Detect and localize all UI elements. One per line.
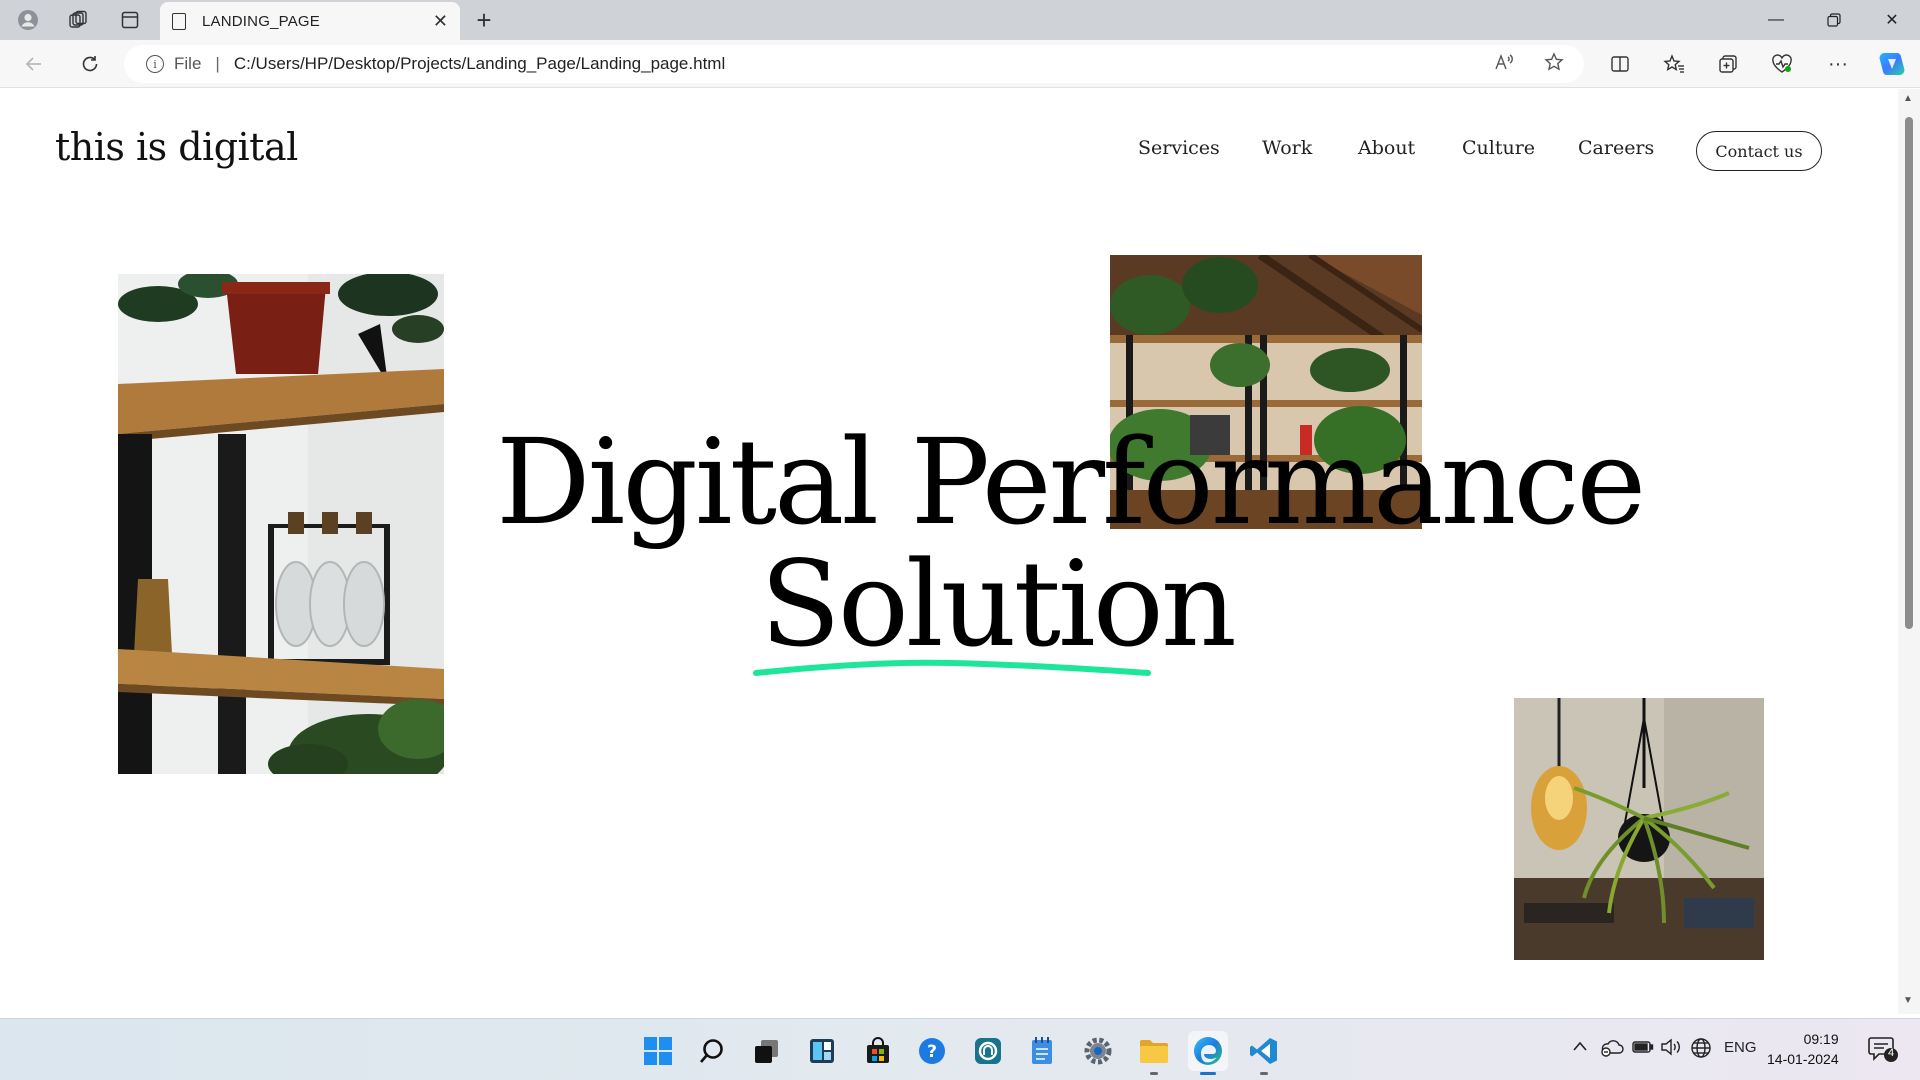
nav-work[interactable]: Work — [1262, 137, 1312, 159]
page-viewport: this is digital Services Work About Cult… — [4, 89, 1897, 1014]
new-tab-button[interactable]: + — [468, 4, 500, 36]
task-view-icon[interactable] — [746, 1031, 786, 1071]
favorite-star-icon[interactable] — [1538, 46, 1570, 78]
onedrive-icon[interactable] — [1600, 1037, 1624, 1061]
svg-text:?: ? — [927, 1042, 937, 1062]
scroll-up-icon[interactable]: ▲ — [1903, 93, 1913, 104]
active-indicator — [1200, 1072, 1216, 1075]
browser-toolbar: i File | C:/Users/HP/Desktop/Projects/La… — [0, 40, 1920, 88]
read-aloud-icon[interactable] — [1488, 46, 1520, 78]
running-indicator — [1260, 1072, 1268, 1075]
split-screen-icon[interactable] — [1604, 48, 1636, 80]
tab-title: LANDING_PAGE — [202, 12, 320, 30]
browser-tab-strip: LANDING_PAGE ✕ + — ✕ — [0, 0, 1920, 40]
notepad-icon[interactable] — [1022, 1031, 1062, 1071]
running-indicator — [1150, 1072, 1158, 1075]
system-clock[interactable]: 09:19 14-01-2024 — [1767, 1029, 1839, 1069]
nav-careers[interactable]: Careers — [1578, 137, 1654, 159]
nav-culture[interactable]: Culture — [1462, 137, 1535, 159]
site-info-icon[interactable]: i — [146, 55, 164, 73]
clock-time: 09:19 — [1803, 1031, 1839, 1047]
hanging-plant-photo — [1514, 698, 1764, 960]
show-hidden-icons-icon[interactable] — [1572, 1039, 1588, 1057]
notification-count: 4 — [1887, 1047, 1895, 1059]
settings-gear-icon[interactable] — [1078, 1031, 1118, 1071]
page-scrollbar[interactable]: ▲ ▼ — [1898, 89, 1920, 1014]
nav-services[interactable]: Services — [1138, 137, 1220, 159]
back-icon[interactable] — [18, 48, 50, 80]
language-indicator[interactable]: ENG — [1724, 1039, 1757, 1056]
hero-title-line1: Digital Performance — [496, 413, 1646, 551]
vscode-icon[interactable] — [1244, 1031, 1284, 1075]
collections-icon[interactable] — [1712, 48, 1744, 80]
help-icon[interactable]: ? — [912, 1031, 952, 1071]
profile-icon[interactable] — [14, 6, 42, 34]
workspaces-icon[interactable] — [64, 6, 92, 34]
browser-essentials-icon[interactable] — [1766, 48, 1798, 80]
widgets-icon[interactable] — [802, 1031, 842, 1071]
active-tab[interactable]: LANDING_PAGE ✕ — [160, 2, 460, 40]
globe-icon[interactable] — [1690, 1037, 1712, 1063]
minimize-button[interactable]: — — [1748, 0, 1804, 40]
store-icon[interactable] — [858, 1031, 898, 1071]
site-logo[interactable]: this is digital — [55, 125, 298, 169]
refresh-icon[interactable] — [74, 48, 106, 80]
copilot-icon[interactable] — [1876, 48, 1908, 80]
address-url[interactable]: C:/Users/HP/Desktop/Projects/Landing_Pag… — [234, 54, 725, 74]
scroll-down-icon[interactable]: ▼ — [1903, 995, 1913, 1006]
volume-icon[interactable] — [1660, 1037, 1682, 1061]
tab-actions-icon[interactable] — [116, 6, 144, 34]
clock-date: 14-01-2024 — [1767, 1051, 1839, 1067]
shelf-plants-photo — [118, 274, 444, 774]
edge-browser-icon[interactable] — [1188, 1031, 1228, 1075]
restore-button[interactable] — [1806, 0, 1862, 40]
page-icon — [172, 12, 186, 30]
notification-center-icon[interactable]: 4 — [1868, 1035, 1898, 1067]
contact-us-button[interactable]: Contact us — [1696, 131, 1822, 171]
favorites-icon[interactable] — [1658, 48, 1690, 80]
windows-taskbar: ? ENG 09:19 14-01-2024 4 — [0, 1018, 1920, 1080]
search-icon[interactable] — [692, 1031, 732, 1071]
start-menu-icon[interactable] — [638, 1031, 678, 1071]
close-tab-icon[interactable]: ✕ — [433, 11, 448, 32]
address-separator: | — [215, 54, 220, 73]
address-scheme: File — [174, 54, 202, 73]
close-window-button[interactable]: ✕ — [1864, 0, 1920, 40]
app-icon[interactable] — [968, 1031, 1008, 1071]
nav-about[interactable]: About — [1358, 137, 1415, 159]
file-explorer-icon[interactable] — [1134, 1031, 1174, 1075]
hero-title-line2: Solution — [760, 535, 1237, 673]
more-options-icon[interactable]: ··· — [1822, 48, 1854, 80]
scrollbar-thumb[interactable] — [1905, 117, 1913, 629]
address-bar[interactable]: i File | C:/Users/HP/Desktop/Projects/La… — [124, 45, 1584, 83]
battery-icon[interactable] — [1632, 1037, 1654, 1061]
hero-underline — [753, 659, 1151, 676]
